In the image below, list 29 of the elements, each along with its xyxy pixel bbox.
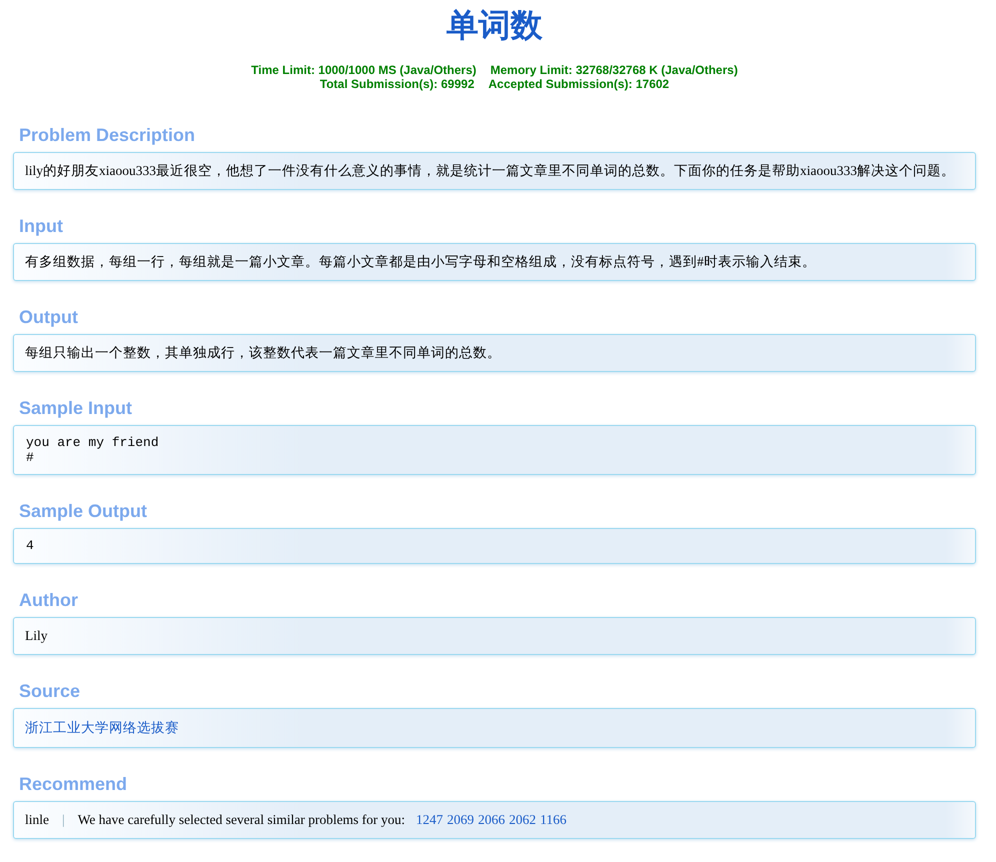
recommend-text: We have carefully selected several similar problems for you: (78, 812, 405, 828)
recommender-name: linle (25, 812, 49, 828)
sample-line: # (26, 450, 35, 465)
section-text: Lily (25, 628, 48, 644)
section-heading: Recommend (19, 773, 128, 795)
section-heading: Sample Input (19, 397, 134, 419)
limit-text: Memory Limit: 32768/32768 K (Java/Others) (490, 63, 738, 77)
submission-count: Accepted Submission(s): 17602 (488, 77, 670, 91)
sample-line: 4 (26, 538, 35, 553)
source-link[interactable]: 浙江工业大学网络选拔赛 (25, 720, 179, 735)
problem-link[interactable]: 2066 (478, 812, 505, 828)
section-text: 每组只输出一个整数，其单独成行，该整数代表一篇文章里不同单词的总数。 (25, 345, 502, 361)
section-heading: Input (19, 215, 64, 237)
section-heading: Output (19, 306, 79, 328)
problem-link[interactable]: 1166 (540, 812, 566, 828)
problem-link[interactable]: 1247 (416, 812, 443, 828)
section-heading: Source (19, 680, 82, 702)
sample-line: you are my friend (26, 435, 160, 450)
problem-link[interactable]: 2062 (509, 812, 536, 828)
separator: | (62, 812, 65, 828)
problem-title: 单词数 (446, 5, 544, 46)
submission-count: Total Submission(s): 69992 (320, 77, 474, 91)
section-text: 有多组数据，每组一行，每组就是一篇小文章。每篇小文章都是由小写字母和空格组成，没有标点符号，遇到#时表示输入结束。 (25, 254, 817, 270)
limit-text: Time Limit: 1000/1000 MS (Java/Others) (251, 63, 476, 77)
section-text: lily的好朋友xiaoou333最近很空，他想了一件没有什么意义的事情，就是统计一篇文章里不同单词的总数。下面你的任务是帮助xiaoou333解决这个问题。 (25, 163, 956, 179)
section-heading: Author (19, 589, 79, 611)
problem-link[interactable]: 2069 (447, 812, 474, 828)
section-heading: Problem Description (19, 124, 196, 146)
section-heading: Sample Output (19, 500, 148, 522)
